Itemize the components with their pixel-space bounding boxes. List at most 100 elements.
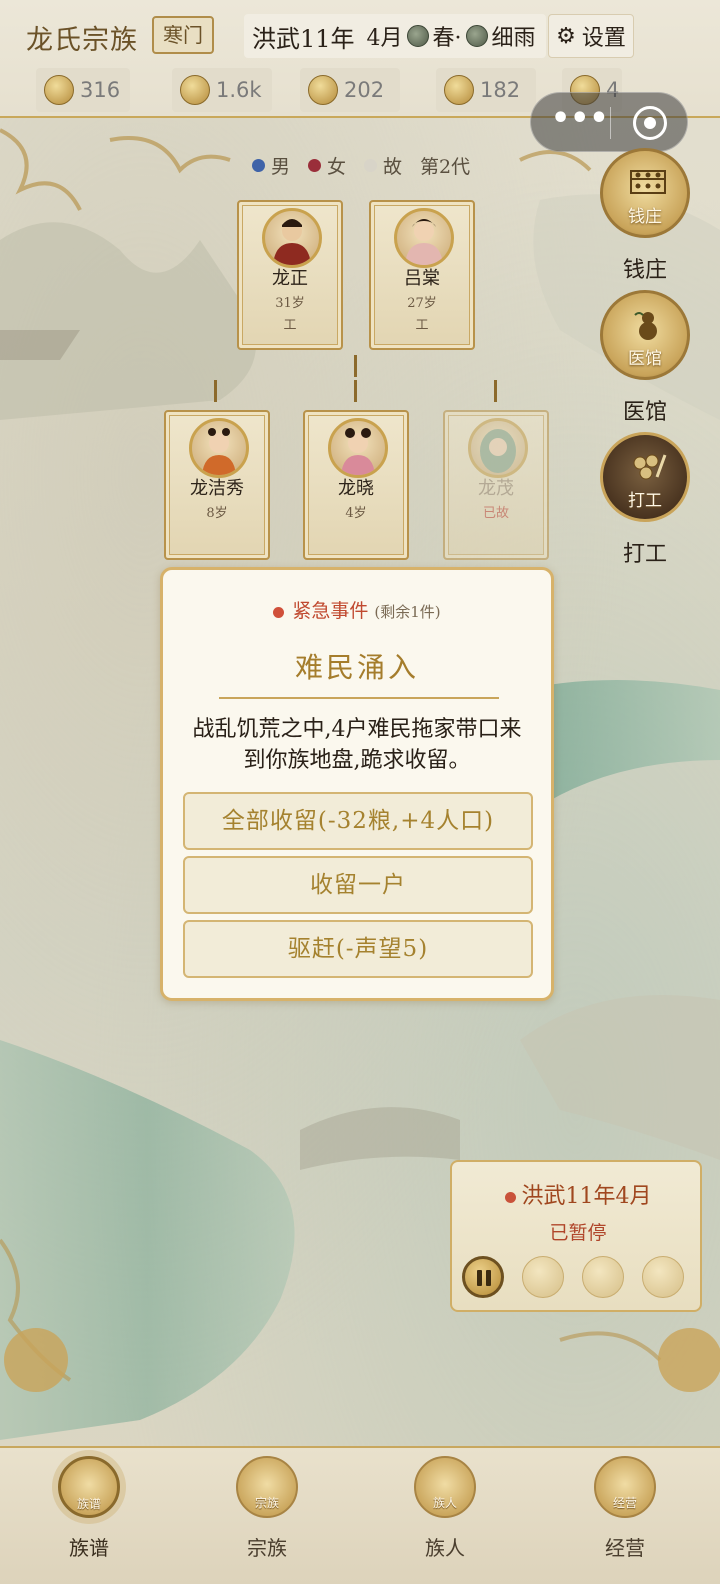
resource-grain[interactable]: 202 — [300, 68, 400, 112]
resource-value: 1.6k — [216, 78, 262, 102]
work-label: 打工 — [622, 542, 667, 567]
legend-female-label: 女 — [327, 156, 347, 178]
hall-icon: 宗族 — [236, 1456, 298, 1518]
tab-business[interactable]: 经营 经营 — [560, 1448, 690, 1584]
option-accept-all-button[interactable]: 全部收留(-32粮,+4人口) — [183, 792, 533, 850]
event-title: 难民涌入 — [294, 651, 419, 684]
settings-button[interactable]: ⚙ 设置 — [548, 14, 634, 58]
people-icon: 族人 — [414, 1456, 476, 1518]
settings-label: 设置 — [581, 26, 626, 51]
generation-label: 第2代 — [420, 156, 471, 178]
work-caption: 打工 — [628, 491, 662, 511]
nav-label: 宗族 — [247, 1536, 287, 1560]
more-icon[interactable]: ••• — [551, 104, 609, 137]
female-dot-icon — [308, 159, 322, 172]
event-description: 战乱饥荒之中,4户难民拖家带口来到你族地盘,跪求收留。 — [192, 717, 522, 773]
gourd-icon — [634, 312, 657, 340]
legend-deceased: 故 — [364, 152, 402, 179]
event-tag-label: 紧急事件 — [292, 600, 369, 622]
event-tag: 紧急事件 (剩余1件) — [163, 596, 551, 623]
pause-button[interactable] — [462, 1256, 504, 1298]
avatar — [262, 208, 322, 268]
tab-members[interactable]: 族人 族人 — [380, 1448, 510, 1584]
capsule-divider — [610, 107, 611, 139]
member-name: 龙洁秀 — [190, 478, 244, 499]
bank-button[interactable]: 钱庄 — [600, 148, 690, 238]
member-age: 4岁 — [345, 506, 367, 521]
event-remaining: (剩余1件) — [374, 603, 441, 621]
abacus-icon: 经营 — [594, 1456, 656, 1518]
book-icon: 族谱 — [58, 1456, 120, 1518]
clinic-caption: 医馆 — [628, 349, 662, 369]
abacus-icon — [630, 170, 666, 194]
member-job: 工 — [283, 318, 297, 333]
legend-female: 女 — [308, 152, 346, 179]
speed-1-button[interactable] — [522, 1256, 564, 1298]
tree-connector — [214, 380, 217, 402]
nav-label: 族谱 — [69, 1536, 109, 1560]
month: 4月 — [366, 26, 403, 51]
bottom-nav: 族谱 族谱 宗族 宗族 族人 族人 经营 经营 — [0, 1446, 720, 1584]
event-dialog: 紧急事件 (剩余1件) 难民涌入 战乱饥荒之中,4户难民拖家带口来到你族地盘,跪… — [160, 567, 554, 1001]
nav-icon-caption: 宗族 — [254, 1496, 279, 1510]
resource-silver[interactable]: 316 — [36, 68, 130, 112]
resource-money[interactable]: 1.6k — [172, 68, 272, 112]
resource-value: 316 — [80, 78, 121, 102]
member-job: 工 — [415, 318, 429, 333]
member-age: 31岁 — [275, 296, 305, 311]
current-date: 洪武11年4月 — [452, 1178, 704, 1210]
clinic-button[interactable]: 医馆 — [600, 290, 690, 380]
option-expel-button[interactable]: 驱赶(-声望5) — [183, 920, 533, 978]
member-name: 龙晓 — [338, 478, 374, 499]
avatar — [189, 418, 249, 478]
grain-icon — [308, 75, 338, 105]
money-bag-icon — [180, 75, 210, 105]
legend-deceased-label: 故 — [383, 156, 403, 178]
clan-rank-badge[interactable]: 寒门 — [152, 16, 214, 54]
clinic-label: 医馆 — [622, 400, 667, 425]
bank-caption: 钱庄 — [628, 207, 662, 227]
resource-value: 182 — [480, 78, 521, 102]
alert-dot-icon — [273, 606, 285, 618]
era-year: 洪武11年 — [252, 24, 355, 53]
member-age: 27岁 — [407, 296, 437, 311]
close-icon[interactable] — [633, 106, 667, 140]
work-button[interactable]: 打工 — [600, 432, 690, 522]
pause-status: 已暂停 — [549, 1222, 607, 1244]
season: 春· — [432, 26, 462, 51]
season-icon — [406, 25, 429, 47]
tree-connector — [354, 380, 357, 402]
gear-icon: ⚙ — [556, 23, 576, 49]
member-name: 龙茂 — [478, 478, 514, 499]
weather: 细雨 — [491, 26, 536, 51]
resource-value: 202 — [344, 78, 385, 102]
silver-icon — [44, 75, 74, 105]
deceased-dot-icon — [364, 159, 378, 172]
tree-connector — [494, 380, 497, 402]
miniprogram-capsule: ••• — [530, 92, 688, 152]
clan-name: 龙氏宗族 — [26, 25, 138, 56]
member-card[interactable]: 龙洁秀 8岁 — [164, 410, 270, 560]
member-name: 吕棠 — [404, 268, 440, 289]
tab-clan[interactable]: 宗族 宗族 — [202, 1448, 332, 1584]
nav-label: 经营 — [605, 1536, 645, 1560]
speed-2-button[interactable] — [582, 1256, 624, 1298]
member-card[interactable]: 龙茂 已故 — [443, 410, 549, 560]
nav-label: 族人 — [425, 1536, 465, 1560]
speed-3-button[interactable] — [642, 1256, 684, 1298]
rain-icon — [465, 25, 488, 47]
member-card[interactable]: 龙晓 4岁 — [303, 410, 409, 560]
option-accept-one-button[interactable]: 收留一户 — [183, 856, 533, 914]
tab-genealogy[interactable]: 族谱 族谱 — [24, 1448, 154, 1584]
nav-icon-caption: 经营 — [612, 1496, 637, 1510]
coins-icon — [633, 454, 667, 480]
member-card[interactable]: 龙正 31岁 工 — [237, 200, 343, 350]
tree-connector — [354, 355, 357, 377]
legend-male: 男 — [252, 152, 290, 179]
current-date-label: 洪武11年4月 — [521, 1184, 652, 1209]
status-dot-icon — [504, 1191, 516, 1203]
resource-prestige[interactable]: 182 — [436, 68, 536, 112]
family-legend: 男 女 故 第2代 — [252, 152, 470, 179]
nav-icon-caption: 族人 — [432, 1496, 457, 1510]
member-card[interactable]: 吕棠 27岁 工 — [369, 200, 475, 350]
